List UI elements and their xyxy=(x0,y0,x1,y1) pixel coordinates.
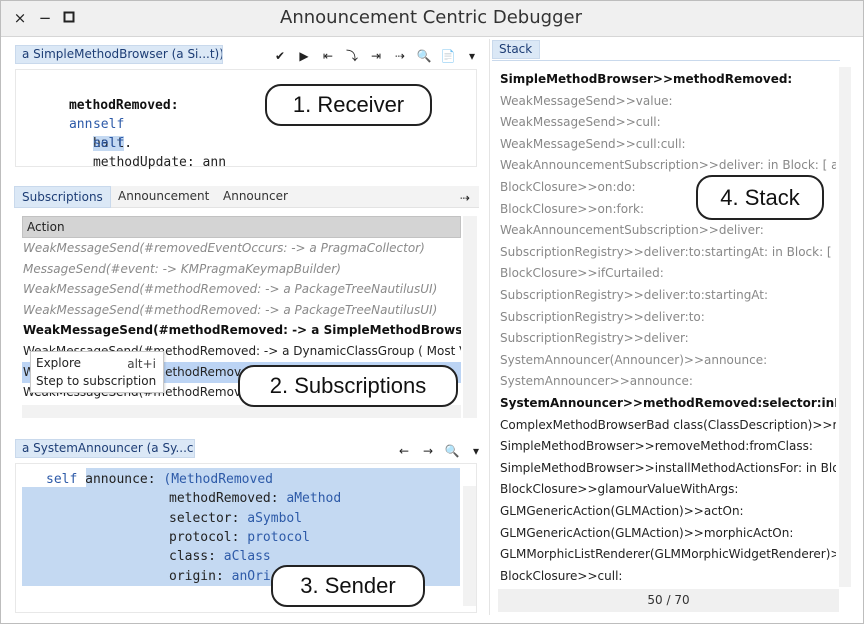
minimize-icon[interactable]: − xyxy=(36,9,54,27)
step-into-icon[interactable]: ⤵ xyxy=(340,46,364,66)
callout-stack: 4. Stack xyxy=(696,175,824,220)
stack-frame-row[interactable]: SubscriptionRegistry>>deliver:to: xyxy=(500,307,836,329)
proceed-icon[interactable]: ▶ xyxy=(292,46,316,66)
stack-tab[interactable]: Stack xyxy=(492,40,540,59)
stack-frame-row[interactable]: BlockClosure>>glamourValueWithArgs: xyxy=(500,479,836,501)
stack-frame-row[interactable]: WeakMessageSend>>cull:cull: xyxy=(500,134,836,156)
stack-frame-row[interactable]: WeakAnnouncementSubscription>>deliver: i… xyxy=(500,155,836,177)
restart-icon[interactable]: ⇤ xyxy=(316,46,340,66)
menu-arrow-icon[interactable]: ▾ xyxy=(460,46,484,66)
stack-frame-row[interactable]: SystemAnnouncer>>announce: xyxy=(500,371,836,393)
stack-frame-row[interactable]: GLMGenericAction(GLMAction)>>morphicActO… xyxy=(500,523,836,545)
window-title: Announcement Centric Debugger xyxy=(280,7,582,28)
stack-frame-row[interactable]: SubscriptionRegistry>>deliver: xyxy=(500,328,836,350)
stack-frame-row[interactable]: WeakMessageSend>>value: xyxy=(500,91,836,113)
stack-list: SimpleMethodBrowser>>methodRemoved: WeakM… xyxy=(1,67,864,583)
debugger-window: × − Announcement Centric Debugger a Simp… xyxy=(0,0,864,624)
receiver-toolbar: ✔ ▶ ⇤ ⤵ ⇥ ⇢ 🔍 📄 ▾ xyxy=(268,46,484,66)
stack-frame-row[interactable]: GLMMorphicListRenderer(GLMMorphicWidgetR… xyxy=(500,544,836,566)
stack-frame-row[interactable]: ComplexMethodBrowserBad class(ClassDescr… xyxy=(500,415,836,437)
stack-frame-row[interactable]: SimpleMethodBrowser>>removeMethod:fromCl… xyxy=(500,436,836,458)
stack-frame-row[interactable]: BlockClosure>>cull: xyxy=(500,566,836,583)
title-bar: × − Announcement Centric Debugger xyxy=(1,1,863,37)
stack-frame-row[interactable]: SystemAnnouncer(Announcer)>>announce: xyxy=(500,350,836,372)
receiver-tab[interactable]: a SimpleMethodBrowser (a Si...t))) xyxy=(15,45,223,64)
stack-position-footer: 50 / 70 xyxy=(498,589,839,612)
stack-frame-row[interactable]: WeakMessageSend>>cull: xyxy=(500,112,836,134)
stack-frame-row[interactable]: BlockClosure>>ifCurtailed: xyxy=(500,263,836,285)
close-icon[interactable]: × xyxy=(11,9,29,27)
stack-frame-row[interactable]: SimpleMethodBrowser>>methodRemoved: xyxy=(500,69,836,91)
stack-frame-row[interactable]: WeakAnnouncementSubscription>>deliver: xyxy=(500,220,836,242)
step-through-icon[interactable]: ⇢ xyxy=(388,46,412,66)
stack-scrollbar[interactable] xyxy=(839,67,851,587)
step-over-icon[interactable]: ⇥ xyxy=(364,46,388,66)
maximize-icon[interactable] xyxy=(60,9,78,27)
stack-frame-row[interactable]: GLMGenericAction(GLMAction)>>actOn: xyxy=(500,501,836,523)
accept-icon[interactable]: ✔ xyxy=(268,46,292,66)
stack-frame-row[interactable]: SubscriptionRegistry>>deliver:to:startin… xyxy=(500,285,836,307)
stack-frame-row[interactable]: SystemAnnouncer>>methodRemoved:selector:… xyxy=(500,393,836,415)
search-icon[interactable]: 🔍 xyxy=(412,46,436,66)
source-icon[interactable]: 📄 xyxy=(436,46,460,66)
stack-frame-row[interactable]: SubscriptionRegistry>>deliver:to:startin… xyxy=(500,242,836,264)
stack-frame-row[interactable]: SimpleMethodBrowser>>installMethodAction… xyxy=(500,458,836,480)
stack-tab-underline xyxy=(492,60,840,61)
